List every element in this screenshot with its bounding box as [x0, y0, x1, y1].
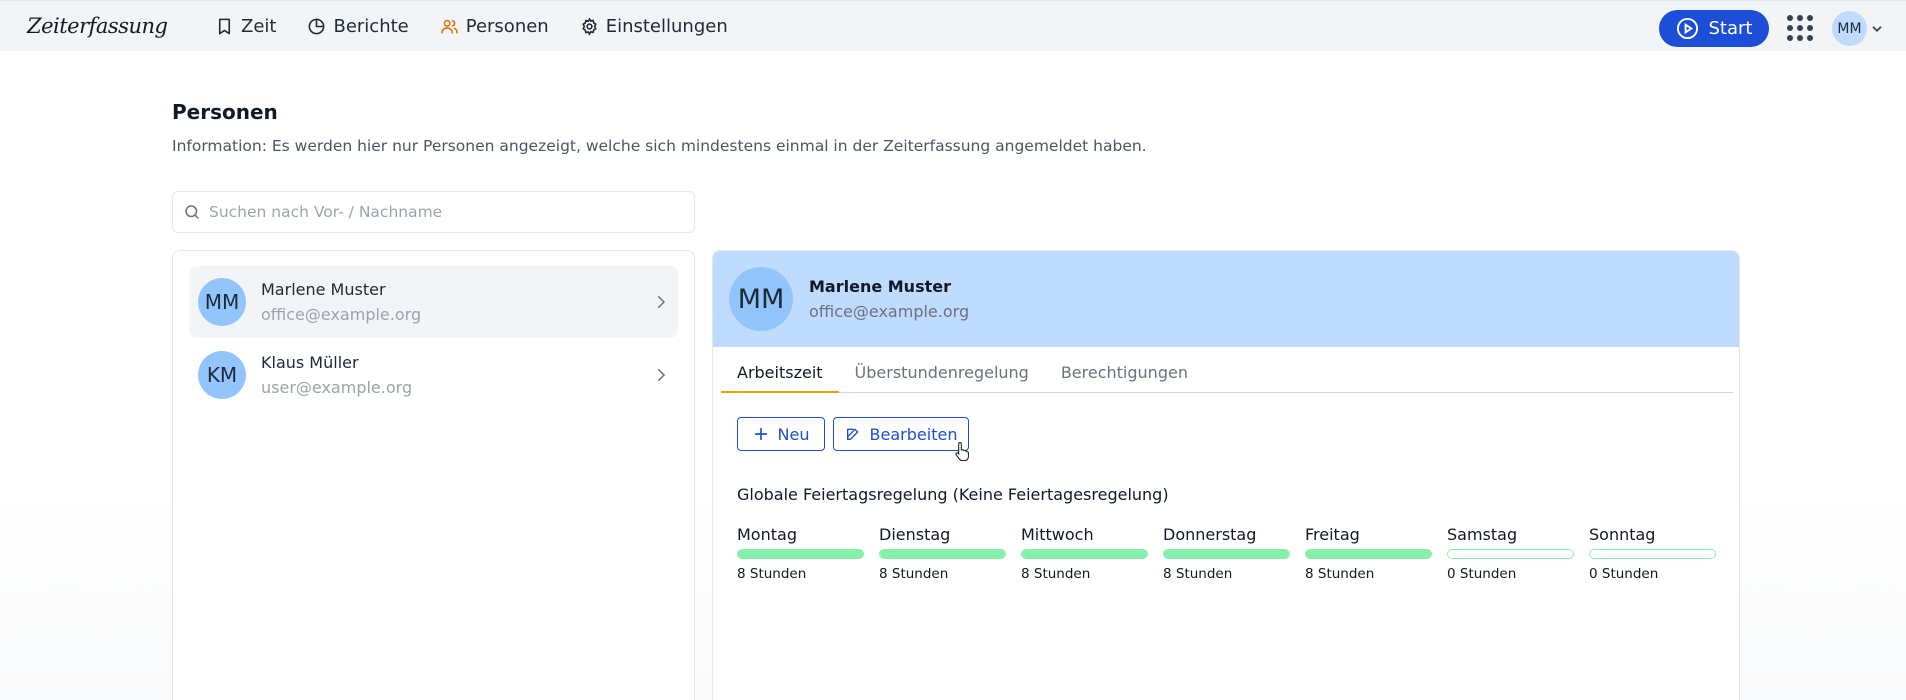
edit-icon	[846, 428, 858, 440]
pie-chart-icon	[309, 18, 325, 35]
day-montag: Montag 8 Stunden	[737, 525, 864, 582]
nav-item-zeit[interactable]: Zeit	[215, 16, 276, 37]
day-donnerstag: Donnerstag 8 Stunden	[1163, 525, 1290, 582]
tab-ueberstundenregelung[interactable]: Überstundenregelung	[839, 363, 1045, 393]
nav-item-einstellungen[interactable]: Einstellungen	[580, 16, 728, 37]
tab-berechtigungen[interactable]: Berechtigungen	[1045, 363, 1204, 393]
page-info: Information: Es werden hier nur Personen…	[172, 137, 1147, 155]
person-list: MM Marlene Muster office@example.org KM …	[172, 250, 695, 700]
person-email: office@example.org	[261, 305, 422, 324]
hand-cursor-icon	[955, 441, 969, 461]
new-button-label: Neu	[777, 424, 810, 444]
day-samstag: Samstag 0 Stunden	[1447, 525, 1574, 582]
day-hours: 8 Stunden	[737, 566, 807, 582]
holiday-rule: Globale Feiertagsregelung (Keine Feierta…	[737, 485, 1169, 504]
play-circle-icon	[1676, 17, 1698, 40]
edit-button-label: Bearbeiten	[869, 424, 958, 444]
apps-grid-icon[interactable]	[1787, 15, 1813, 41]
edit-button[interactable]: Bearbeiten	[833, 417, 969, 451]
hours-bar	[1163, 549, 1290, 559]
search-icon	[185, 205, 199, 219]
avatar: MM	[729, 267, 793, 331]
nav-item-label: Berichte	[333, 16, 409, 37]
main-nav: Zeit Berichte Personen Einstellungen	[215, 1, 759, 52]
day-label: Freitag	[1305, 525, 1360, 544]
day-dienstag: Dienstag 8 Stunden	[879, 525, 1006, 582]
page-title: Personen	[172, 100, 278, 124]
nav-item-label: Einstellungen	[605, 16, 728, 37]
day-hours: 8 Stunden	[1163, 566, 1233, 582]
gear-icon	[581, 17, 597, 36]
day-hours: 0 Stunden	[1589, 566, 1659, 582]
list-item[interactable]: MM Marlene Muster office@example.org	[189, 266, 678, 338]
users-icon	[440, 19, 458, 34]
tab-arbeitszeit[interactable]: Arbeitszeit	[721, 363, 839, 393]
avatar: MM	[1832, 11, 1867, 46]
nav-item-label: Zeit	[241, 16, 277, 37]
start-button[interactable]: Start	[1659, 10, 1769, 47]
detail-email: office@example.org	[809, 302, 970, 321]
day-hours: 8 Stunden	[1305, 566, 1375, 582]
day-label: Samstag	[1447, 525, 1518, 544]
chevron-right-icon	[658, 296, 666, 308]
day-label: Dienstag	[879, 525, 951, 544]
day-hours: 8 Stunden	[879, 566, 949, 582]
chevron-right-icon	[658, 369, 666, 381]
new-button[interactable]: Neu	[737, 417, 825, 451]
day-sonntag: Sonntag 0 Stunden	[1589, 525, 1716, 582]
top-bar: Zeiterfassung Zeit Berichte Personen Ein…	[0, 0, 1906, 51]
person-detail: MM Marlene Muster office@example.org Arb…	[712, 250, 1740, 700]
day-hours: 0 Stunden	[1447, 566, 1517, 582]
nav-item-personen[interactable]: Personen	[440, 16, 549, 37]
start-button-label: Start	[1708, 18, 1753, 39]
person-name: Marlene Muster	[261, 280, 386, 299]
detail-name: Marlene Muster	[809, 277, 951, 296]
day-freitag: Freitag 8 Stunden	[1305, 525, 1432, 582]
detail-tabs: Arbeitszeit Überstundenregelung Berechti…	[721, 363, 1733, 393]
hours-bar	[1021, 549, 1148, 559]
app-logo[interactable]: Zeiterfassung	[27, 14, 168, 38]
plus-icon	[754, 427, 767, 441]
search-box	[172, 191, 695, 233]
hours-bar	[879, 549, 1006, 559]
day-label: Montag	[737, 525, 797, 544]
avatar: KM	[198, 351, 246, 399]
day-hours: 8 Stunden	[1021, 566, 1091, 582]
bookmark-icon	[218, 18, 231, 35]
hours-bar	[1589, 549, 1716, 559]
person-email: user@example.org	[261, 378, 413, 397]
hours-bar	[1305, 549, 1432, 559]
nav-item-berichte[interactable]: Berichte	[307, 16, 409, 37]
detail-header: MM Marlene Muster office@example.org	[713, 251, 1739, 347]
search-input[interactable]	[209, 192, 689, 232]
hours-bar	[737, 549, 864, 559]
day-label: Sonntag	[1589, 525, 1656, 544]
nav-item-label: Personen	[465, 16, 549, 37]
avatar: MM	[198, 278, 246, 326]
chevron-down-icon	[1872, 25, 1882, 32]
user-menu[interactable]: MM	[1832, 11, 1884, 46]
day-mittwoch: Mittwoch 8 Stunden	[1021, 525, 1148, 582]
day-label: Donnerstag	[1163, 525, 1257, 544]
person-name: Klaus Müller	[261, 353, 359, 372]
hours-bar	[1447, 549, 1574, 559]
day-label: Mittwoch	[1021, 525, 1094, 544]
list-item[interactable]: KM Klaus Müller user@example.org	[189, 339, 678, 411]
